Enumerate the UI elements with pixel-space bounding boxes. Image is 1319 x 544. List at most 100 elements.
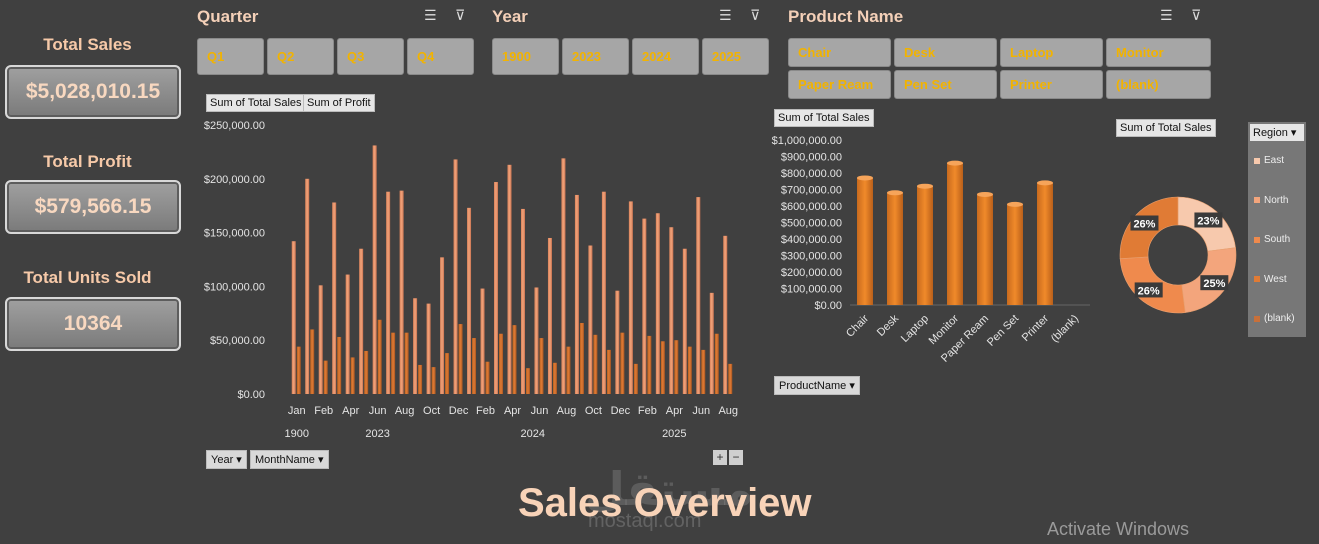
sales-bar[interactable] — [305, 178, 310, 394]
sales-bar[interactable] — [359, 248, 364, 394]
sales-bar[interactable] — [386, 191, 391, 394]
product-bar[interactable] — [1007, 204, 1023, 305]
profit-bar[interactable] — [310, 329, 315, 394]
sales-bar[interactable] — [547, 237, 552, 394]
product-bar[interactable] — [917, 186, 933, 305]
sales-bar[interactable] — [345, 274, 350, 394]
profit-bar[interactable] — [512, 325, 517, 394]
sales-bar[interactable] — [655, 213, 660, 394]
quarter-q1-button[interactable]: Q1 — [197, 38, 264, 75]
product-blank-button[interactable]: (blank) — [1106, 70, 1211, 99]
clear-filter-icon[interactable]: ⊽ — [455, 7, 465, 24]
sales-bar[interactable] — [332, 202, 337, 394]
sales-bar[interactable] — [669, 227, 674, 394]
sales-bar[interactable] — [723, 235, 728, 394]
sales-bar[interactable] — [696, 197, 701, 394]
profit-bar[interactable] — [323, 360, 328, 394]
profit-bar[interactable] — [633, 363, 638, 394]
profit-bar[interactable] — [404, 332, 409, 394]
product-chair-button[interactable]: Chair — [788, 38, 891, 67]
profit-bar[interactable] — [499, 333, 504, 394]
sales-bar[interactable] — [372, 145, 377, 394]
profit-bar[interactable] — [391, 332, 396, 394]
sales-bar[interactable] — [507, 164, 512, 394]
profit-bar[interactable] — [350, 357, 355, 394]
year-1900-button[interactable]: 1900 — [492, 38, 559, 75]
year-2024-button[interactable]: 2024 — [632, 38, 699, 75]
product-laptop-button[interactable]: Laptop — [1000, 38, 1103, 67]
sales-bar[interactable] — [453, 159, 458, 394]
multi-select-icon[interactable]: ☰ — [1160, 7, 1173, 24]
sales-bar[interactable] — [440, 257, 445, 394]
monthname-axis-filter[interactable]: MonthName ▾ — [250, 450, 329, 469]
product-bar[interactable] — [1037, 182, 1053, 305]
profit-bar[interactable] — [485, 361, 490, 394]
product-bar[interactable] — [947, 163, 963, 305]
legend-item[interactable]: (blank) — [1254, 313, 1295, 324]
profit-bar[interactable] — [687, 346, 692, 394]
legend-item[interactable]: East — [1254, 155, 1284, 166]
profit-bar[interactable] — [728, 363, 733, 394]
profit-bar[interactable] — [296, 346, 301, 394]
clear-filter-icon[interactable]: ⊽ — [750, 7, 760, 24]
productname-axis-filter[interactable]: ProductName ▾ — [774, 376, 860, 395]
sales-bar[interactable] — [642, 218, 647, 394]
year-2025-button[interactable]: 2025 — [702, 38, 769, 75]
legend-item[interactable]: West — [1254, 274, 1287, 285]
profit-bar[interactable] — [458, 324, 463, 394]
profit-bar[interactable] — [566, 346, 571, 394]
product-bar[interactable] — [857, 177, 873, 305]
profit-bar[interactable] — [525, 368, 530, 394]
year-2023-button[interactable]: 2023 — [562, 38, 629, 75]
profit-bar[interactable] — [445, 353, 450, 394]
year-axis-filter[interactable]: Year ▾ — [206, 450, 247, 469]
sales-bar[interactable] — [318, 285, 323, 394]
profit-bar[interactable] — [337, 336, 342, 394]
legend-item[interactable]: South — [1254, 234, 1290, 245]
multi-select-icon[interactable]: ☰ — [424, 7, 437, 24]
sales-bar[interactable] — [601, 191, 606, 394]
profit-bar[interactable] — [660, 341, 665, 394]
sales-bar[interactable] — [467, 207, 472, 394]
multi-select-icon[interactable]: ☰ — [719, 7, 732, 24]
product-paper-ream-button[interactable]: Paper Ream — [788, 70, 891, 99]
quarter-q3-button[interactable]: Q3 — [337, 38, 404, 75]
profit-bar[interactable] — [552, 362, 557, 394]
sales-bar[interactable] — [588, 245, 593, 394]
sales-bar[interactable] — [480, 288, 485, 394]
sales-bar[interactable] — [574, 194, 579, 394]
product-pen-set-button[interactable]: Pen Set — [894, 70, 997, 99]
clear-filter-icon[interactable]: ⊽ — [1191, 7, 1201, 24]
product-bar[interactable] — [977, 194, 993, 305]
sales-bar[interactable] — [534, 287, 539, 394]
sales-bar[interactable] — [413, 298, 418, 394]
profit-bar[interactable] — [377, 319, 382, 394]
profit-bar[interactable] — [364, 350, 369, 394]
sales-bar[interactable] — [426, 303, 431, 394]
sales-bar[interactable] — [709, 292, 714, 394]
sales-bar[interactable] — [494, 182, 499, 394]
sales-bar[interactable] — [615, 290, 620, 394]
region-filter[interactable]: Region ▾ — [1250, 124, 1304, 141]
sales-bar[interactable] — [291, 241, 296, 394]
profit-bar[interactable] — [714, 333, 719, 394]
sales-bar[interactable] — [561, 158, 566, 394]
profit-bar[interactable] — [606, 349, 611, 394]
quarter-q2-button[interactable]: Q2 — [267, 38, 334, 75]
profit-bar[interactable] — [593, 334, 598, 394]
profit-bar[interactable] — [539, 338, 544, 394]
profit-bar[interactable] — [647, 335, 652, 394]
profit-bar[interactable] — [701, 349, 706, 394]
profit-bar[interactable] — [579, 322, 584, 394]
profit-bar[interactable] — [418, 364, 423, 394]
sales-bar[interactable] — [628, 201, 633, 394]
product-desk-button[interactable]: Desk — [894, 38, 997, 67]
product-monitor-button[interactable]: Monitor — [1106, 38, 1211, 67]
product-printer-button[interactable]: Printer — [1000, 70, 1103, 99]
profit-bar[interactable] — [472, 338, 477, 394]
profit-bar[interactable] — [431, 367, 436, 394]
legend-item[interactable]: North — [1254, 195, 1288, 206]
sales-bar[interactable] — [520, 208, 525, 394]
profit-bar[interactable] — [620, 332, 625, 394]
sales-bar[interactable] — [682, 248, 687, 394]
